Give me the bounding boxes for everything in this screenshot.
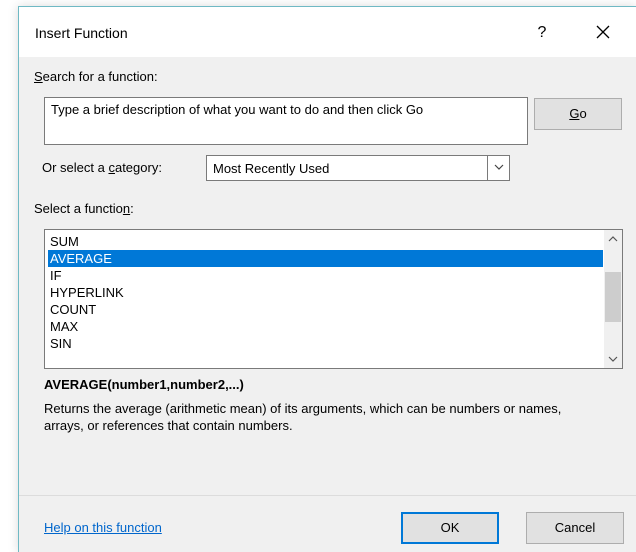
list-item[interactable]: COUNT: [48, 301, 603, 318]
dialog-title: Insert Function: [35, 25, 128, 41]
chevron-down-icon: [494, 164, 503, 170]
function-syntax: AVERAGE(number1,number2,...): [44, 377, 244, 392]
title-bar: Insert Function ?: [19, 7, 636, 57]
help-button[interactable]: ?: [529, 21, 555, 45]
function-description: Returns the average (arithmetic mean) of…: [44, 401, 562, 433]
close-button[interactable]: [587, 19, 619, 47]
scroll-thumb[interactable]: [605, 272, 621, 322]
divider: [19, 495, 636, 496]
scroll-down-button[interactable]: [604, 351, 622, 368]
function-listbox[interactable]: SUM AVERAGE IF HYPERLINK COUNT MAX SIN: [44, 229, 623, 369]
search-input[interactable]: Type a brief description of what you wan…: [44, 97, 528, 145]
chevron-up-icon: [608, 236, 618, 242]
insert-function-dialog: Insert Function ? Search for a function:…: [18, 6, 636, 552]
category-dropdown-button[interactable]: [487, 156, 509, 180]
list-item[interactable]: SIN: [48, 335, 603, 352]
search-label: Search for a function:: [34, 69, 158, 84]
function-list-label: Select a function:: [34, 201, 134, 216]
list-item[interactable]: AVERAGE: [48, 250, 603, 267]
list-item[interactable]: SUM: [48, 233, 603, 250]
go-button[interactable]: Go: [534, 98, 622, 130]
list-item[interactable]: IF: [48, 267, 603, 284]
list-item[interactable]: HYPERLINK: [48, 284, 603, 301]
close-icon: [596, 25, 610, 39]
list-item[interactable]: MAX: [48, 318, 603, 335]
category-value: Most Recently Used: [213, 161, 330, 176]
chevron-down-icon: [608, 356, 618, 362]
category-label: Or select a category:: [42, 160, 162, 175]
ok-button[interactable]: OK: [401, 512, 499, 544]
list-scrollbar[interactable]: [604, 230, 622, 368]
help-on-function-link[interactable]: Help on this function: [44, 520, 162, 535]
cancel-button[interactable]: Cancel: [526, 512, 624, 544]
category-select[interactable]: Most Recently Used: [206, 155, 510, 181]
scroll-up-button[interactable]: [604, 230, 622, 247]
